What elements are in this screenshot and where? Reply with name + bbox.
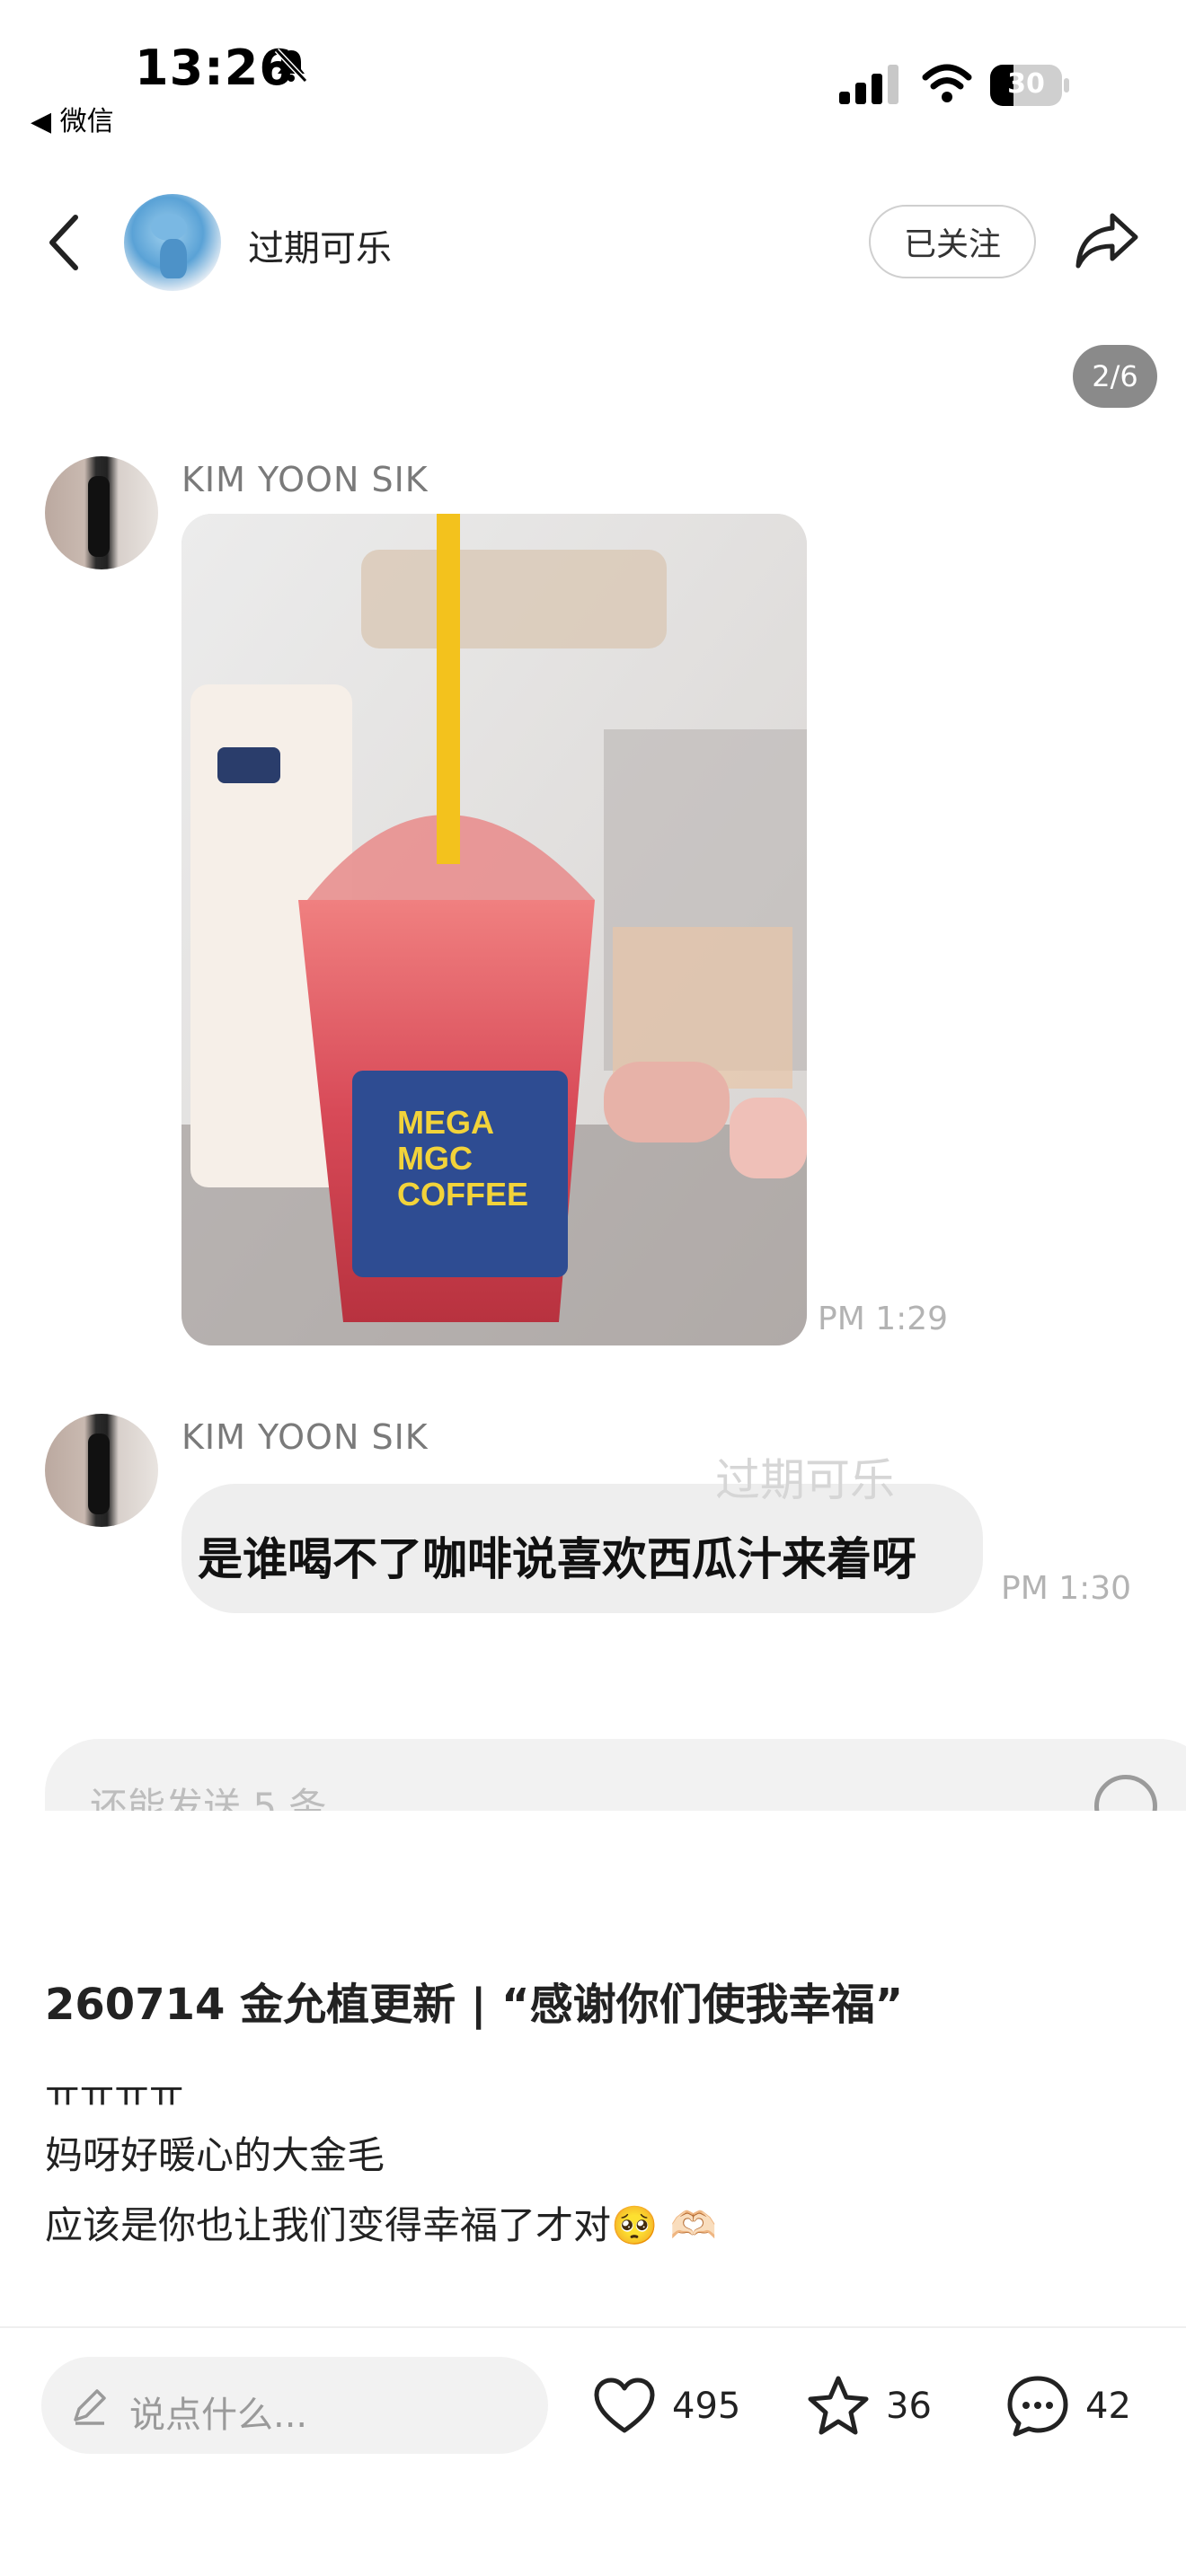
wifi-icon: [922, 64, 972, 102]
favorite-count: 36: [886, 2386, 932, 2427]
sender-name: KIM YOON SIK: [181, 1417, 429, 1457]
status-time: 13:26: [135, 40, 294, 96]
author-avatar[interactable]: [124, 194, 221, 291]
message-text: 是谁喝不了咖啡说喜欢西瓜汁来着呀: [198, 1533, 916, 1585]
like-count: 495: [672, 2386, 741, 2427]
message-time: PM 1:30: [1001, 1570, 1132, 1607]
bell-muted-icon: [274, 48, 308, 84]
battery-icon: 30: [990, 65, 1071, 106]
sender-avatar: [45, 456, 158, 569]
comment-placeholder[interactable]: 说点什么...: [129, 2386, 307, 2438]
back-arrow-icon[interactable]: [43, 212, 86, 273]
sender-avatar: [45, 1414, 158, 1527]
author-name[interactable]: 过期可乐: [248, 219, 392, 271]
back-to-wechat-link[interactable]: ◀ 微信: [31, 99, 114, 138]
drink-photo-image: MEGA MGC COFFEE: [181, 514, 807, 1345]
post-body-line: ㅠㅠㅠㅠ: [45, 2072, 184, 2116]
image-page-indicator: 2/6: [1073, 345, 1157, 408]
image-crop-edge: [0, 1811, 1186, 1892]
divider: [0, 2326, 1186, 2328]
like-heart-icon[interactable]: [591, 2373, 658, 2439]
post-title: 260714 金允植更新 | “感谢你们使我幸福”: [45, 1980, 904, 2030]
sender-name: KIM YOON SIK: [181, 460, 429, 499]
cellular-signal-icon: [839, 65, 898, 104]
follow-button[interactable]: 已关注: [869, 205, 1036, 278]
favorite-star-icon[interactable]: [805, 2373, 872, 2439]
pen-icon: [74, 2389, 106, 2425]
message-time: PM 1:29: [818, 1301, 949, 1337]
svg-text:MEGA: MEGA: [397, 1104, 494, 1141]
post-body-line: 应该是你也让我们变得幸福了才对🥺 🫶🏻: [45, 2203, 717, 2247]
comment-bubble-icon[interactable]: [1005, 2373, 1071, 2439]
share-icon[interactable]: [1073, 207, 1141, 275]
svg-text:COFFEE: COFFEE: [397, 1176, 528, 1213]
post-body-line: 妈呀好暖心的大金毛: [45, 2133, 385, 2177]
battery-level: 30: [1007, 68, 1045, 100]
drink-photo[interactable]: MEGA MGC COFFEE: [181, 514, 807, 1345]
watermark-text: 过期可乐: [715, 1454, 895, 1506]
comment-count: 42: [1085, 2386, 1131, 2427]
svg-text:MGC: MGC: [397, 1140, 473, 1177]
